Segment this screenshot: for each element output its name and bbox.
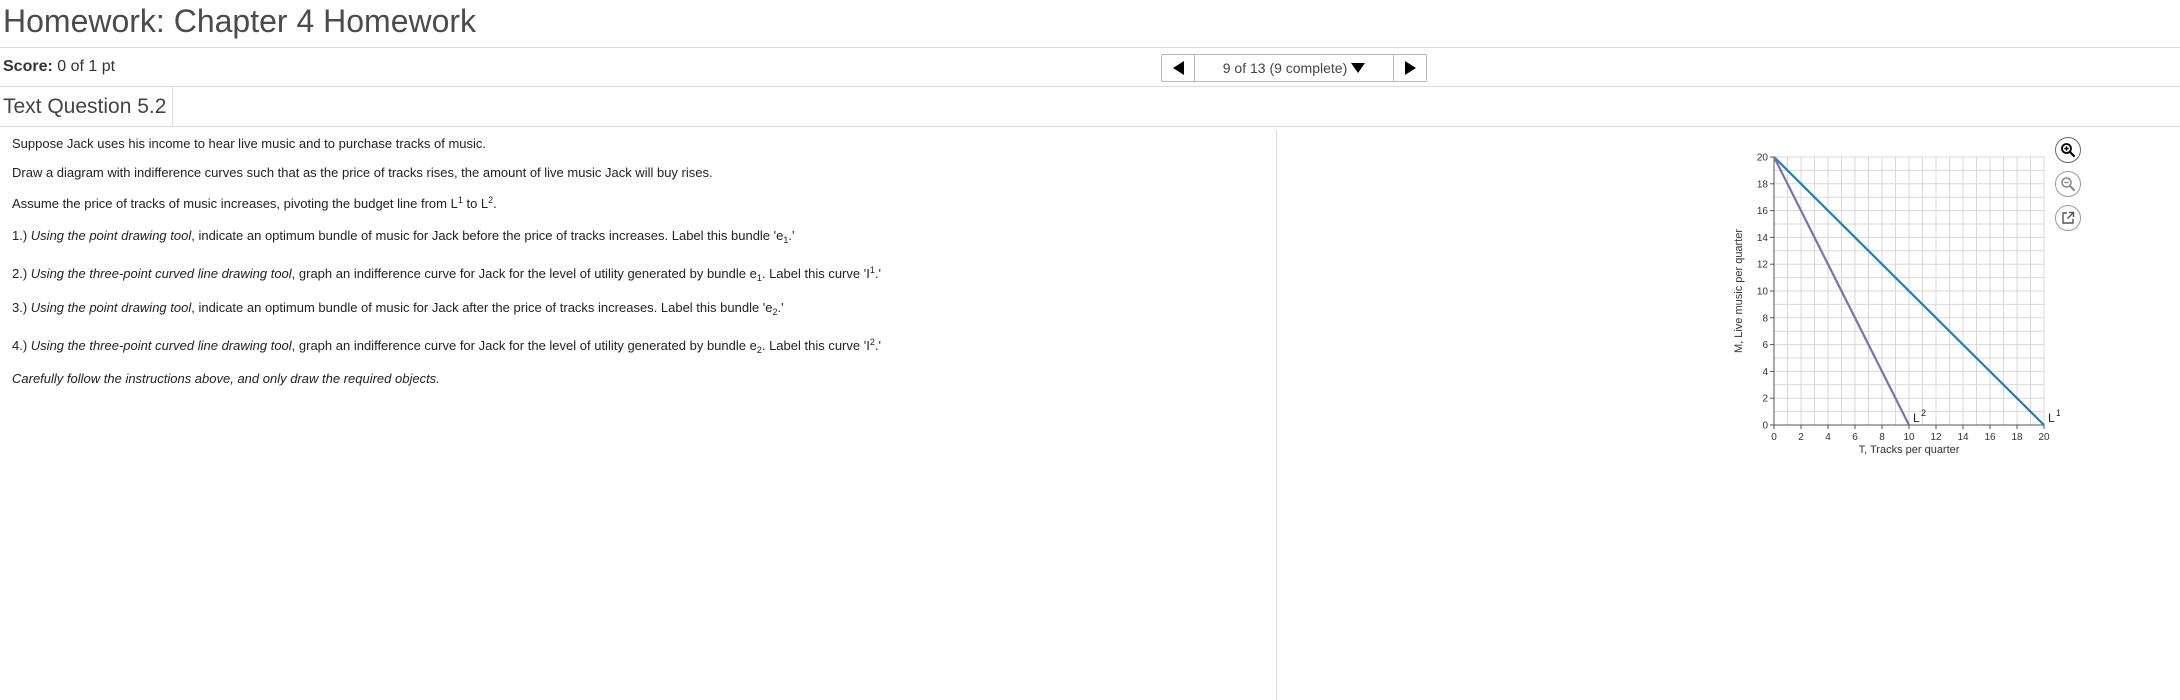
score-label: Score: [3,58,53,75]
popout-button[interactable] [2055,205,2081,231]
score-bar: Score: 0 of 1 pt 9 of 13 (9 complete) [0,48,2180,87]
step4-end: .' [874,338,881,353]
zoom-in-button[interactable] [2055,137,2081,163]
step1-end: .' [788,228,795,243]
zoom-in-icon [2061,143,2076,158]
step4-tool: Using the three-point curved line drawin… [30,338,292,353]
step3-end: .' [777,300,784,315]
popout-icon [2062,211,2075,224]
question-nav: 9 of 13 (9 complete) [1161,54,1427,82]
step4-text: , graph an indifference curve for Jack f… [291,338,757,353]
question-selector-dropdown[interactable]: 9 of 13 (9 complete) [1194,54,1394,82]
question-title-bar: Text Question 5.2 [0,87,2180,127]
intro-paragraph-2: Draw a diagram with indifference curves … [12,165,713,180]
step-4: 4.) Using the three-point curved line dr… [12,338,881,355]
intro-paragraph-1: Suppose Jack uses his income to hear liv… [12,136,486,151]
page-title: Homework: Chapter 4 Homework [3,3,477,39]
budget-line-label: L [2048,411,2055,425]
step2-text: , graph an indifference curve for Jack f… [291,266,757,281]
x-tick-label: 18 [2011,432,2023,443]
x-tick-label: 8 [1879,432,1885,443]
step1-number: 1.) [12,228,31,243]
step2-number: 2.) [12,266,31,281]
x-tick-label: 4 [1825,432,1831,443]
y-tick-label: 18 [1757,179,1769,190]
y-tick-label: 12 [1757,260,1769,271]
y-tick-label: 6 [1762,340,1768,351]
pane-divider [1276,130,1277,700]
intro3-text-b: to L [462,196,489,211]
previous-question-button[interactable] [1161,54,1194,82]
step-1: 1.) Using the point drawing tool, indica… [12,228,795,245]
x-tick-label: 16 [1984,432,1996,443]
step1-text: , indicate an optimum bundle of music fo… [191,228,784,243]
step2-mid: . Label this curve 'I [761,266,870,281]
arrow-left-icon [1172,61,1184,75]
step3-number: 3.) [12,300,31,315]
x-axis-label: T, Tracks per quarter [1859,444,1960,456]
title-bar: Homework: Chapter 4 Homework [0,0,2180,48]
y-tick-label: 10 [1757,287,1769,298]
step2-tool: Using the three-point curved line drawin… [30,266,292,281]
instructions-note: Carefully follow the instructions above,… [12,371,440,386]
x-tick-label: 20 [2038,432,2050,443]
intro3-text-a: Assume the price of tracks of music incr… [12,196,458,211]
x-tick-label: 14 [1957,432,1969,443]
caret-down-icon [1351,63,1366,73]
step1-tool: Using the point drawing tool [30,228,192,243]
budget-line-label-sup: 2 [1921,408,1926,418]
step4-mid: . Label this curve 'I [761,338,870,353]
question-title: Text Question 5.2 [0,87,174,126]
step2-end: .' [874,266,881,281]
zoom-out-icon [2061,177,2075,191]
y-tick-label: 20 [1757,153,1769,164]
note-text: Carefully follow the instructions above,… [12,371,440,386]
x-tick-label: 2 [1798,432,1804,443]
budget-line-label: L [1913,411,1920,425]
y-tick-label: 8 [1762,313,1768,324]
score: Score: 0 of 1 pt [3,58,115,76]
budget-line-graph[interactable]: 0 2 4 6 8 10 12 14 16 18 2002468101214161820T, Tra… [1730,140,2061,480]
y-tick-label: 14 [1757,233,1769,244]
y-tick-label: 0 [1762,421,1768,432]
intro3-text-c: . [493,196,497,211]
y-axis-label: M, Live music per quarter [1733,229,1745,353]
step3-text: , indicate an optimum bundle of music fo… [191,300,773,315]
step-3: 3.) Using the point drawing tool, indica… [12,300,784,317]
y-tick-label: 4 [1762,367,1768,378]
graph-area[interactable]: 0 2 4 6 8 10 12 14 16 18 20 0 2 4 6 8 10 12 14 16 18 20 T, Tra… [1730,140,2061,480]
budget-line-label-sup: 1 [2056,408,2060,418]
step3-tool: Using the point drawing tool [30,300,192,315]
question-position: 9 of 13 (9 complete) [1222,60,1348,76]
x-tick-label: 10 [1903,432,1915,443]
y-tick-label: 16 [1757,206,1769,217]
arrow-right-icon [1404,61,1416,75]
x-tick-label: 12 [1930,432,1942,443]
step4-number: 4.) [12,338,31,353]
step-2: 2.) Using the three-point curved line dr… [12,266,881,283]
x-tick-label: 6 [1852,432,1858,443]
y-tick-label: 2 [1762,394,1768,405]
x-tick-label: 0 [1771,432,1777,443]
question-instructions: Suppose Jack uses his income to hear liv… [0,130,1276,700]
score-value: 0 of 1 pt [57,58,116,75]
intro-paragraph-3: Assume the price of tracks of music incr… [12,196,497,212]
next-question-button[interactable] [1394,54,1427,82]
zoom-out-button[interactable] [2055,171,2081,197]
